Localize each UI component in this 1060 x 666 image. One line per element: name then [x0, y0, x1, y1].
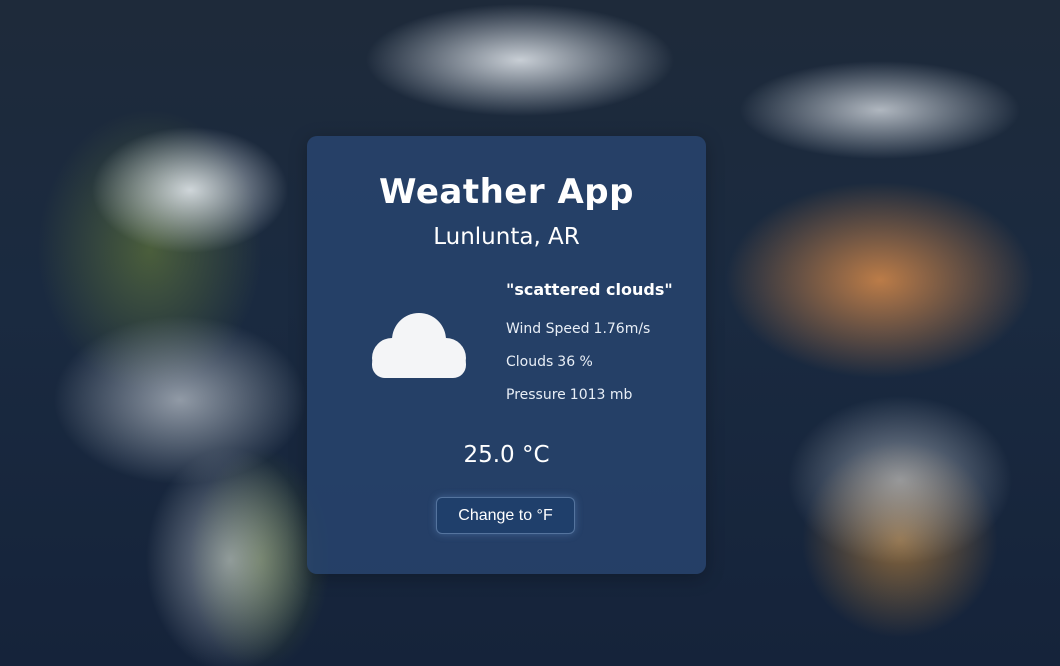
- location-name: Lunlunta, AR: [433, 224, 580, 250]
- cloud-icon: [359, 306, 474, 386]
- pressure-label: Pressure: [506, 387, 566, 403]
- weather-card: Weather App Lunlunta, AR "scattered clou…: [307, 136, 706, 574]
- wind-speed-value: 1.76m/s: [593, 321, 651, 337]
- clouds-label: Clouds: [506, 354, 554, 370]
- clouds: Clouds 36 %: [506, 354, 593, 370]
- weather-description: "scattered clouds": [506, 280, 673, 299]
- pressure: Pressure 1013 mb: [506, 387, 632, 403]
- wind-speed: Wind Speed 1.76m/s: [506, 321, 650, 337]
- change-unit-button[interactable]: Change to °F: [436, 497, 575, 534]
- temperature: 25.0 °C: [463, 442, 550, 468]
- clouds-value: 36 %: [557, 354, 593, 370]
- pressure-value: 1013 mb: [569, 387, 633, 403]
- wind-speed-label: Wind Speed: [506, 321, 590, 337]
- app-title: Weather App: [379, 172, 634, 212]
